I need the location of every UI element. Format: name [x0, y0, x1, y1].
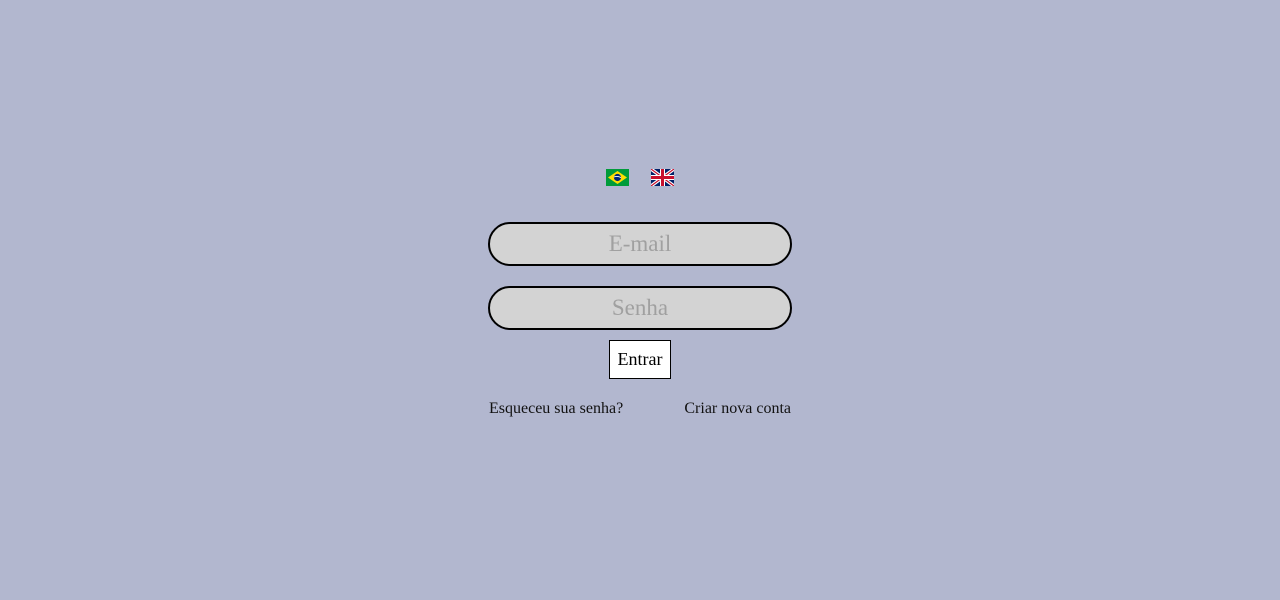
brazil-flag-icon[interactable]: [606, 169, 629, 186]
forgot-password-link[interactable]: Esqueceu sua senha?: [489, 400, 623, 418]
create-account-link[interactable]: Criar nova conta: [684, 400, 791, 418]
login-page: Entrar Esqueceu sua senha? Criar nova co…: [0, 0, 1280, 600]
password-field[interactable]: [488, 286, 792, 330]
language-selector: [606, 169, 674, 186]
email-field[interactable]: [488, 222, 792, 266]
login-button[interactable]: Entrar: [609, 340, 671, 379]
uk-flag-icon[interactable]: [651, 169, 674, 186]
